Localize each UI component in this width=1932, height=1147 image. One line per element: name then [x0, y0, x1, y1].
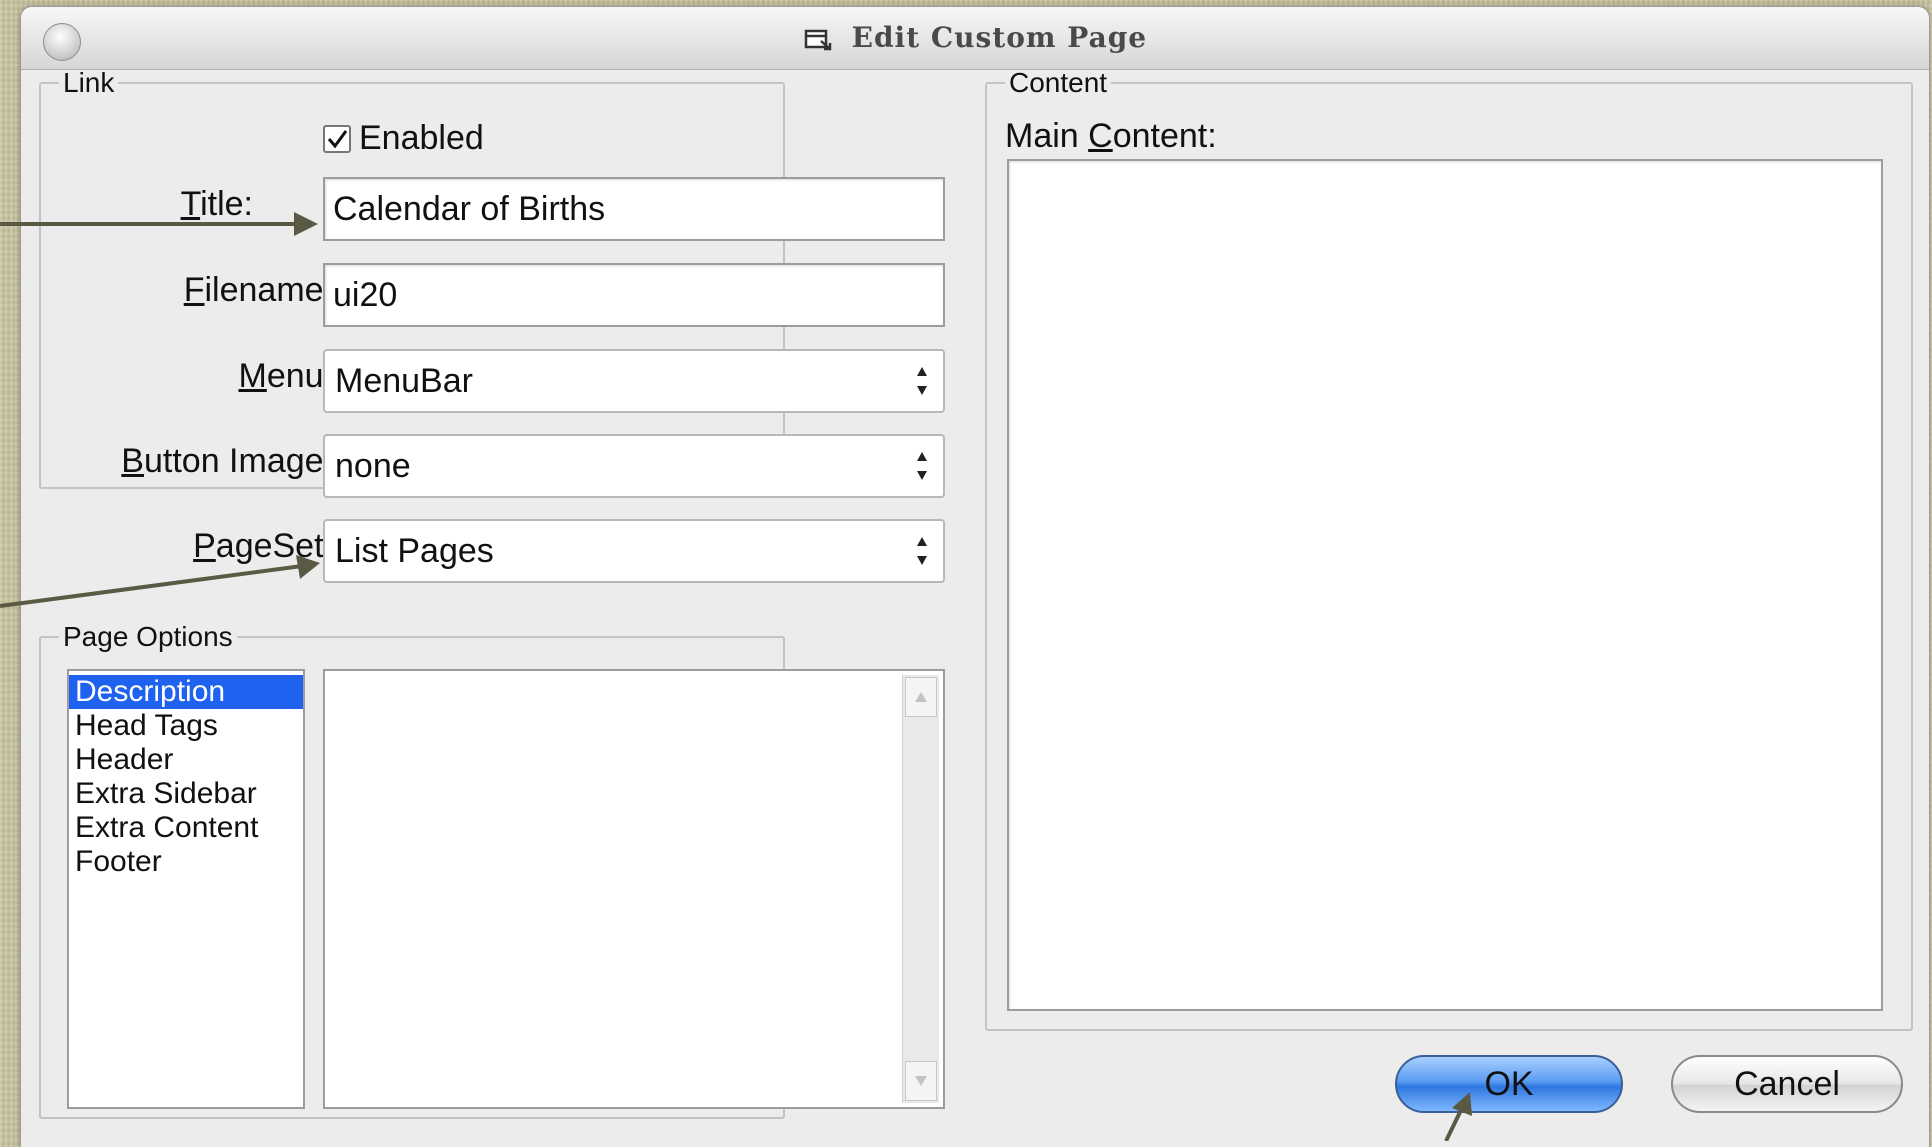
filename-label: Filename: — [81, 271, 333, 310]
page-options-list[interactable]: Description Head Tags Header Extra Sideb… — [67, 669, 305, 1109]
updown-arrows-icon — [917, 367, 927, 395]
cancel-button[interactable]: Cancel — [1671, 1055, 1903, 1113]
list-item-header[interactable]: Header — [69, 743, 303, 777]
window-title: Edit Custom Page — [851, 21, 1148, 54]
menu-value: MenuBar — [335, 361, 473, 400]
main-content-label-suffix: ontent: — [1112, 117, 1217, 155]
ok-button[interactable]: OK — [1395, 1055, 1623, 1113]
title-bar[interactable]: Edit Custom Page — [21, 7, 1929, 70]
enabled-checkbox-row[interactable]: Enabled — [323, 119, 484, 158]
filename-label-text: ilename: — [204, 271, 333, 309]
pageset-value: List Pages — [335, 531, 494, 570]
button-image-mnemonic: B — [121, 442, 144, 480]
title-mnemonic: T — [180, 185, 201, 223]
page-option-editor[interactable] — [323, 669, 945, 1109]
scroll-up-icon — [915, 692, 927, 702]
vertical-scrollbar[interactable] — [902, 675, 939, 1103]
main-content-label: Main Content: — [1005, 117, 1217, 156]
updown-arrows-icon — [917, 537, 927, 565]
page-icon — [804, 29, 832, 51]
main-content-mnemonic: C — [1088, 117, 1113, 155]
button-image-label-text: utton Image: — [143, 442, 333, 480]
main-content-textarea[interactable] — [1007, 159, 1883, 1011]
filename-input[interactable]: ui20 — [323, 263, 945, 327]
filename-value: ui20 — [333, 275, 398, 314]
window-title-area: Edit Custom Page — [21, 21, 1929, 54]
link-group-legend: Link — [63, 67, 115, 98]
list-item-extra-sidebar[interactable]: Extra Sidebar — [69, 777, 303, 811]
pageset-label-text: ageSet: — [215, 527, 333, 565]
menu-mnemonic: M — [238, 357, 267, 395]
content-legend: Content — [1009, 67, 1108, 98]
button-image-select[interactable]: none — [323, 434, 945, 498]
filename-mnemonic: F — [183, 271, 205, 309]
edit-custom-page-dialog: Edit Custom Page Link Enabled Title: Cal… — [20, 6, 1930, 1147]
updown-arrows-icon — [917, 452, 927, 480]
scroll-up-button[interactable] — [905, 677, 937, 717]
list-item-description[interactable]: Description — [69, 675, 303, 709]
pageset-select[interactable]: List Pages — [323, 519, 945, 583]
button-image-value: none — [335, 446, 411, 485]
title-value: Calendar of Births — [333, 189, 606, 228]
title-label-text: itle: — [200, 185, 253, 223]
title-label: Title: — [81, 185, 253, 224]
main-content-label-prefix: Main — [1005, 117, 1089, 155]
scroll-down-icon — [915, 1076, 927, 1086]
scroll-down-button[interactable] — [905, 1061, 937, 1101]
title-input[interactable]: Calendar of Births — [323, 177, 945, 241]
menu-select[interactable]: MenuBar — [323, 349, 945, 413]
pageset-mnemonic: P — [193, 527, 216, 565]
button-image-label: Button Image: — [81, 442, 333, 481]
enabled-checkbox[interactable] — [323, 124, 351, 153]
checkmark-icon — [327, 129, 348, 148]
list-item-head-tags[interactable]: Head Tags — [69, 709, 303, 743]
list-item-footer[interactable]: Footer — [69, 845, 303, 879]
pageset-label: PageSet: — [81, 527, 333, 566]
enabled-label: Enabled — [359, 119, 484, 157]
page-options-legend: Page Options — [63, 621, 233, 652]
menu-label: Menu: — [81, 357, 333, 396]
list-item-extra-content[interactable]: Extra Content — [69, 811, 303, 845]
